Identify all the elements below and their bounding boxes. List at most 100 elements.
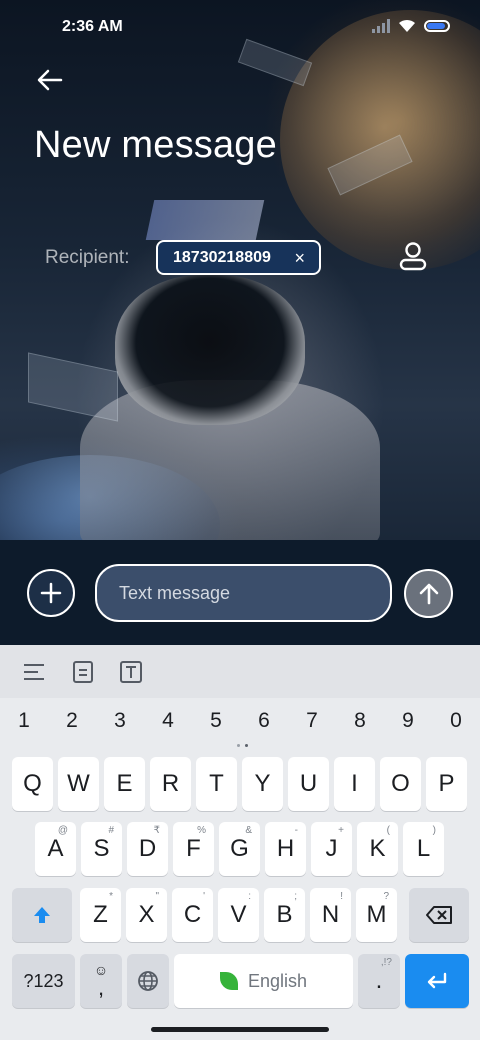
glass-shard	[28, 352, 118, 422]
key-u[interactable]: U	[288, 757, 329, 811]
plus-icon	[40, 582, 62, 604]
message-input[interactable]: Text message	[95, 564, 392, 622]
key-p-label: P	[438, 770, 455, 797]
key-e[interactable]: E	[104, 757, 145, 811]
key-t-label: T	[209, 770, 224, 797]
key-b-hint: ;	[294, 891, 297, 902]
leaf-icon	[219, 972, 238, 990]
page-title: New message	[34, 124, 277, 166]
shift-icon	[34, 907, 50, 923]
key-l-label: L	[416, 835, 431, 862]
key-o-label: O	[391, 770, 410, 797]
key-o[interactable]: O	[380, 757, 421, 811]
shift-key[interactable]	[12, 888, 72, 942]
astronaut-helmet-image	[115, 275, 305, 425]
contact-picker-icon[interactable]	[398, 240, 428, 272]
number-key-2[interactable]: 2	[57, 709, 87, 733]
key-b[interactable]: ; B	[264, 888, 305, 942]
key-m-label: M	[366, 901, 387, 928]
symbols-key[interactable]: ?123	[12, 954, 75, 1008]
recipient-label: Recipient:	[45, 247, 130, 268]
key-g[interactable]: & G	[219, 822, 260, 876]
key-c[interactable]: ' C	[172, 888, 213, 942]
key-a[interactable]: @ A	[35, 822, 76, 876]
status-icons	[372, 19, 450, 33]
text-format-icon[interactable]	[119, 660, 143, 684]
number-key-3[interactable]: 3	[105, 709, 135, 733]
key-g-label: G	[230, 835, 249, 862]
arrow-up-icon	[419, 583, 438, 604]
backspace-key[interactable]	[409, 888, 469, 942]
battery-icon	[424, 20, 450, 32]
number-key-8[interactable]: 8	[345, 709, 375, 733]
key-z[interactable]: * Z	[80, 888, 121, 942]
add-attachment-button[interactable]	[27, 569, 75, 617]
number-key-0[interactable]: 0	[441, 709, 471, 733]
key-l[interactable]: ) L	[403, 822, 444, 876]
key-k[interactable]: (K	[357, 822, 398, 876]
key-h[interactable]: -H	[265, 822, 306, 876]
text-align-icon[interactable]	[22, 660, 46, 684]
key-q[interactable]: Q	[12, 757, 53, 811]
number-row: 1234567890	[0, 709, 480, 739]
number-key-6[interactable]: 6	[249, 709, 279, 733]
number-key-1[interactable]: 1	[9, 709, 39, 733]
key-n-label: N	[321, 901, 340, 928]
compose-bar: Text message	[0, 540, 480, 645]
astronaut-pack-image	[145, 200, 265, 240]
period-key-hint: ,!?	[380, 957, 392, 968]
key-f-hint: %	[197, 825, 206, 836]
key-i-label: I	[351, 770, 358, 797]
space-key[interactable]: English	[174, 954, 353, 1008]
period-key[interactable]: ,!? .	[358, 954, 400, 1008]
key-r[interactable]: R	[150, 757, 191, 811]
key-v[interactable]: :V	[218, 888, 259, 942]
key-w-label: W	[67, 770, 90, 797]
key-t[interactable]: T	[196, 757, 237, 811]
enter-icon	[427, 972, 447, 989]
key-z-hint: *	[109, 891, 113, 902]
number-key-5[interactable]: 5	[201, 709, 231, 733]
recipient-chip[interactable]: 18730218809 ×	[156, 240, 321, 275]
key-n[interactable]: ! N	[310, 888, 351, 942]
back-arrow-icon[interactable]	[34, 64, 66, 96]
key-y-label: Y	[254, 770, 271, 797]
key-x-hint: "	[155, 891, 159, 902]
number-key-7[interactable]: 7	[297, 709, 327, 733]
key-x[interactable]: " X	[126, 888, 167, 942]
clipboard-icon[interactable]	[71, 660, 95, 684]
home-indicator[interactable]	[151, 1027, 329, 1032]
key-p[interactable]: P	[426, 757, 467, 811]
number-key-4[interactable]: 4	[153, 709, 183, 733]
key-d[interactable]: ₹ D	[127, 822, 168, 876]
key-s[interactable]: # S	[81, 822, 122, 876]
send-button[interactable]	[404, 569, 453, 618]
key-x-label: X	[138, 901, 155, 928]
battery-fill	[427, 23, 445, 29]
recipient-chip-text: 18730218809	[173, 248, 271, 266]
language-key[interactable]	[127, 954, 169, 1008]
page-indicator	[237, 744, 248, 747]
space-key-label: English	[247, 970, 308, 991]
key-i[interactable]: I	[334, 757, 375, 811]
comma-key[interactable]: ☺ ,	[80, 954, 122, 1008]
number-key-9[interactable]: 9	[393, 709, 423, 733]
key-v-label: V	[230, 901, 247, 928]
wifi-icon	[399, 19, 415, 32]
comma-key-label: ,	[97, 975, 105, 1000]
key-l-hint: )	[432, 825, 436, 836]
key-e-label: E	[116, 770, 133, 797]
enter-key[interactable]	[405, 954, 469, 1008]
key-k-hint: (	[386, 825, 390, 836]
key-j[interactable]: + J	[311, 822, 352, 876]
chip-close-icon[interactable]: ×	[294, 248, 305, 269]
key-f[interactable]: % F	[173, 822, 214, 876]
key-h-label: H	[276, 835, 295, 862]
key-u-label: U	[299, 770, 318, 797]
globe-icon	[138, 971, 158, 991]
status-time: 2:36 AM	[62, 18, 123, 35]
key-w[interactable]: W	[58, 757, 99, 811]
key-m[interactable]: ? M	[356, 888, 397, 942]
key-b-label: B	[276, 901, 293, 928]
key-y[interactable]: Y	[242, 757, 283, 811]
